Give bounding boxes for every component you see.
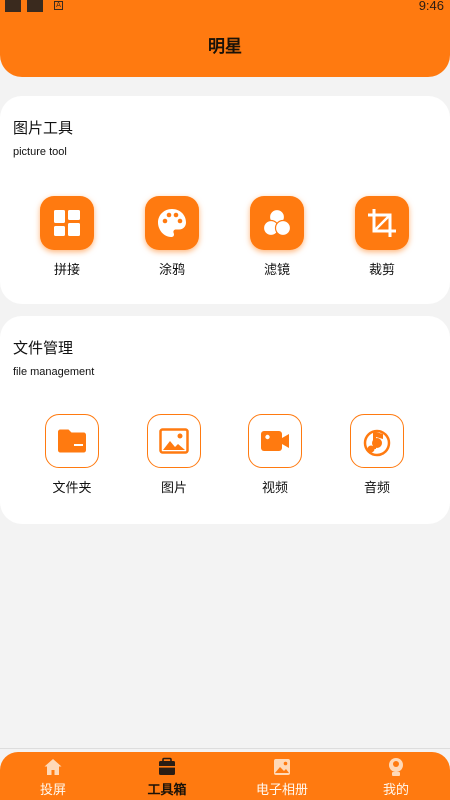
section-title: 文件管理 xyxy=(13,339,74,357)
tool-doodle[interactable]: 涂鸦 xyxy=(132,196,212,278)
video-icon xyxy=(248,414,302,468)
notification-icon: A xyxy=(54,1,63,10)
filter-icon xyxy=(250,196,304,250)
section-title: 图片工具 xyxy=(13,119,74,137)
nav-divider xyxy=(0,748,450,749)
folder-icon xyxy=(45,414,99,468)
signal-icon xyxy=(5,0,21,12)
file-management-card: 文件管理 file management 文件夹 图片 视频 音频 xyxy=(0,316,450,524)
app-header: A 9:46 明星 xyxy=(0,0,450,77)
album-icon xyxy=(237,756,327,778)
file-audio[interactable]: 音频 xyxy=(337,414,417,496)
picture-tools-card: 图片工具 picture tool 拼接 涂鸦 滤镜 裁剪 xyxy=(0,96,450,304)
file-folder[interactable]: 文件夹 xyxy=(32,414,112,496)
status-bar: A 9:46 xyxy=(0,0,450,14)
section-subtitle: file management xyxy=(13,366,95,378)
tool-splice[interactable]: 拼接 xyxy=(27,196,107,278)
sim-icon xyxy=(27,0,43,12)
nav-item-album[interactable]: 电子相册 xyxy=(237,756,327,798)
page-title: 明星 xyxy=(208,37,242,57)
tool-label: 图片 xyxy=(160,481,187,496)
image-icon xyxy=(147,414,201,468)
tool-label: 涂鸦 xyxy=(158,263,185,278)
nav-item-me[interactable]: 我的 xyxy=(351,756,441,798)
file-videos[interactable]: 视频 xyxy=(235,414,315,496)
nav-label: 投屏 xyxy=(39,783,66,798)
bottom-nav: 投屏 工具箱 电子相册 我的 xyxy=(0,752,450,800)
toolbox-icon xyxy=(122,756,212,778)
nav-label: 我的 xyxy=(382,783,409,798)
music-icon xyxy=(350,414,404,468)
tool-label: 滤镜 xyxy=(263,263,290,278)
profile-icon xyxy=(351,756,441,778)
file-images[interactable]: 图片 xyxy=(134,414,214,496)
nav-label: 工具箱 xyxy=(147,783,187,798)
palette-icon xyxy=(145,196,199,250)
nav-label: 电子相册 xyxy=(255,783,308,798)
nav-item-toolbox[interactable]: 工具箱 xyxy=(122,756,212,798)
grid-icon xyxy=(40,196,94,250)
tool-crop[interactable]: 裁剪 xyxy=(342,196,422,278)
status-time: 9:46 xyxy=(418,0,444,13)
tool-label: 文件夹 xyxy=(52,481,92,496)
home-icon xyxy=(8,756,98,778)
nav-item-cast[interactable]: 投屏 xyxy=(8,756,98,798)
section-subtitle: picture tool xyxy=(13,146,67,158)
tool-label: 拼接 xyxy=(53,263,80,278)
crop-icon xyxy=(355,196,409,250)
tool-label: 裁剪 xyxy=(368,263,395,278)
tool-label: 视频 xyxy=(261,481,288,496)
tool-filter[interactable]: 滤镜 xyxy=(237,196,317,278)
tool-label: 音频 xyxy=(363,481,390,496)
